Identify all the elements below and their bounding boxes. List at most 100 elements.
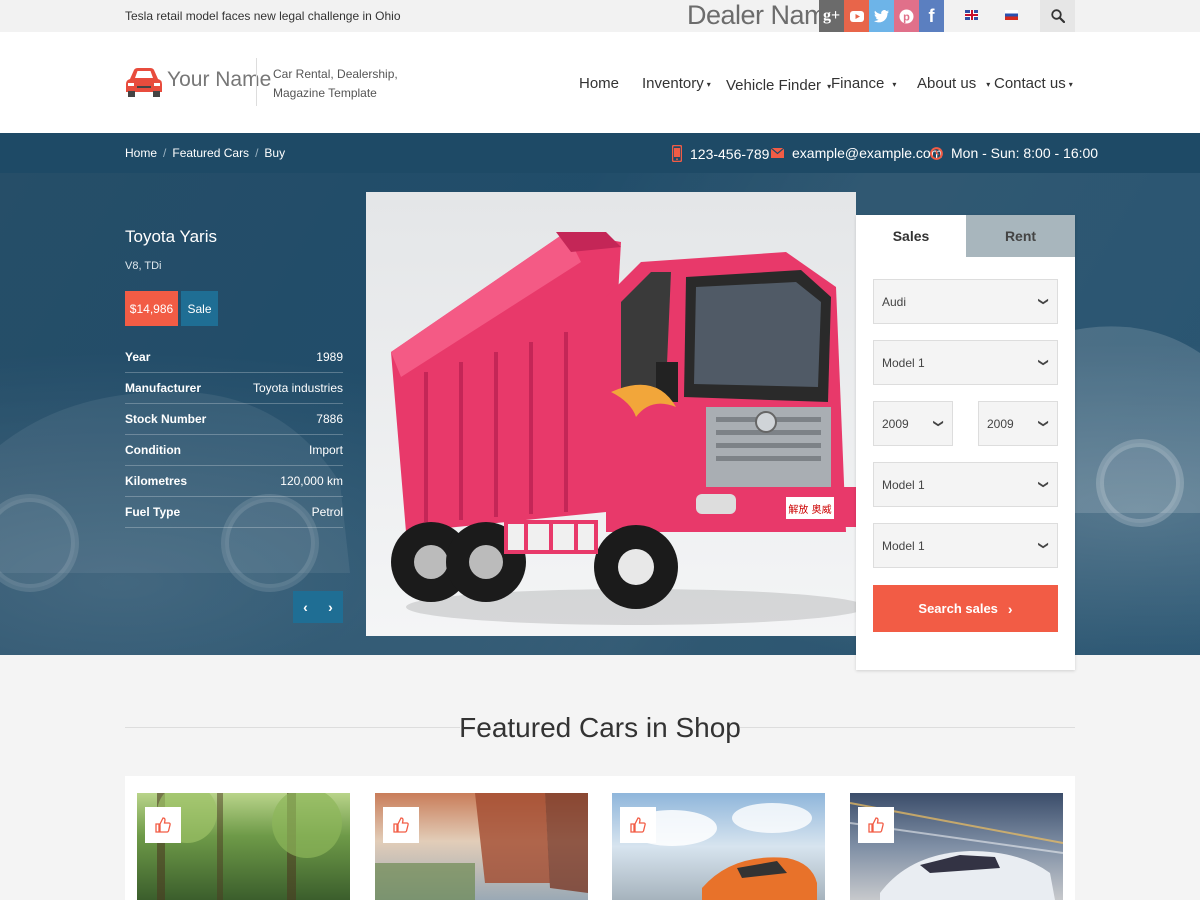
spec-value: Petrol (311, 505, 343, 519)
hours-text: Mon - Sun: 8:00 - 16:00 (951, 145, 1099, 161)
chevron-down-icon: ❯ (1037, 297, 1049, 306)
featured-card-2[interactable] (375, 793, 588, 900)
chevron-down-icon: ▾ (892, 79, 897, 89)
year-to-value: 2009 (987, 416, 1014, 431)
year-to-select[interactable]: 2009 ❯ (978, 401, 1058, 446)
model-select-2-value: Model 1 (882, 477, 925, 492)
sale-badge: Sale (181, 291, 218, 326)
nav-vehicle-finder-label: Vehicle Finder (726, 77, 822, 94)
spec-key: Manufacturer (125, 381, 202, 395)
tab-sales[interactable]: Sales (856, 215, 966, 257)
spec-value: Import (308, 443, 343, 457)
spec-key: Condition (125, 443, 181, 457)
spec-row: Condition Import (125, 435, 343, 466)
info-strip: Home / Featured Cars / Buy 123-456-789 examp… (0, 133, 1200, 173)
featured-card-4[interactable] (850, 793, 1063, 900)
model-select-3[interactable]: Model 1 ❯ (873, 523, 1058, 568)
breadcrumb-separator: / (255, 146, 259, 160)
slider-arrows: ‹ › (293, 591, 343, 623)
car-title: Toyota Yaris (125, 227, 217, 246)
dump-truck-image: 解放 奥威 (391, 232, 866, 625)
car-logo-icon[interactable] (125, 66, 163, 98)
spec-key: Stock Number (125, 412, 207, 426)
spec-list: Year 1989 Manufacturer Toyota industries S… (125, 342, 343, 528)
make-select-value: Audi (882, 294, 907, 309)
breadcrumb-separator: / (163, 146, 167, 160)
tagline: Car Rental, Dealership, Magazine Templat… (273, 65, 398, 103)
nav-finance-label: Finance (831, 75, 885, 92)
chevron-right-icon: › (1007, 600, 1013, 617)
spec-value: Toyota industries (252, 381, 343, 395)
nav-finance[interactable]: Finance ▾ (831, 75, 896, 92)
tab-rent[interactable]: Rent (966, 215, 1075, 257)
make-select[interactable]: Audi ❯ (873, 279, 1058, 324)
spec-row: Year 1989 (125, 342, 343, 373)
thumbs-up-icon[interactable] (383, 807, 419, 843)
spec-row: Manufacturer Toyota industries (125, 373, 343, 404)
envelope-icon (771, 148, 784, 158)
twitter-icon[interactable] (869, 0, 894, 32)
nav-inventory[interactable]: Inventory ▾ (642, 75, 711, 92)
opening-hours: Mon - Sun: 8:00 - 16:00 (930, 145, 1098, 161)
nav-contact-label: Contact us (994, 75, 1066, 92)
clock-icon (930, 146, 943, 160)
spec-key: Kilometres (125, 474, 188, 488)
google-plus-icon[interactable]: g+ (819, 0, 844, 32)
featured-card-1[interactable] (137, 793, 350, 900)
nav-inventory-label: Inventory (642, 75, 704, 92)
russian-flag-icon[interactable] (1005, 10, 1018, 20)
search-icon[interactable] (1040, 0, 1075, 32)
model-select[interactable]: Model 1 ❯ (873, 340, 1058, 385)
search-sales-label: Search sales (918, 601, 998, 616)
facebook-icon[interactable]: f (919, 0, 944, 32)
email-contact[interactable]: example@example.com (771, 145, 942, 161)
thumbs-up-icon[interactable] (858, 807, 894, 843)
background-car-image (1060, 326, 1200, 527)
chevron-down-icon: ❯ (1037, 480, 1049, 489)
phone-icon (672, 145, 682, 162)
chevron-down-icon: ❯ (1037, 419, 1049, 428)
search-sales-button[interactable]: Search sales › (873, 585, 1058, 632)
thumbs-up-icon[interactable] (620, 807, 656, 843)
featured-title: Featured Cars in Shop (459, 712, 741, 743)
spec-row: Stock Number 7886 (125, 404, 343, 435)
spec-key: Year (125, 350, 151, 364)
email-address: example@example.com (792, 145, 943, 161)
chevron-down-icon: ❯ (1037, 541, 1049, 550)
nav-contact[interactable]: Contact us ▾ (994, 75, 1073, 92)
nav-about[interactable]: About us ▾ (917, 75, 990, 92)
model-select-2[interactable]: Model 1 ❯ (873, 462, 1058, 507)
spec-value: 120,000 km (280, 474, 343, 488)
dealer-name: Dealer Name (687, 0, 841, 30)
tagline-line-1: Car Rental, Dealership, (273, 67, 398, 81)
spec-key: Fuel Type (125, 505, 181, 519)
chevron-left-icon[interactable]: ‹ (303, 599, 308, 615)
chevron-right-icon[interactable]: › (328, 599, 333, 615)
year-from-select[interactable]: 2009 ❯ (873, 401, 953, 446)
news-ticker[interactable]: Tesla retail model faces new legal chall… (125, 9, 401, 23)
nav-home[interactable]: Home (579, 75, 619, 92)
search-panel: Sales Rent Audi ❯ Model 1 ❯ 2009 ❯ 2009 ❯ Mo… (856, 215, 1075, 670)
thumbs-up-icon[interactable] (145, 807, 181, 843)
top-bar: Tesla retail model faces new legal chall… (0, 0, 1200, 32)
phone-number: 123-456-789 (690, 145, 770, 162)
chevron-down-icon: ❯ (932, 419, 944, 428)
featured-cards (125, 776, 1075, 900)
english-flag-icon[interactable] (965, 10, 978, 20)
nav-vehicle-finder[interactable]: Vehicle Finder ▾ (726, 77, 831, 94)
breadcrumb-home[interactable]: Home (125, 146, 157, 160)
youtube-icon[interactable] (844, 0, 869, 32)
logo-divider (256, 58, 257, 106)
spec-row: Kilometres 120,000 km (125, 466, 343, 497)
model-select-value: Model 1 (882, 355, 925, 370)
phone-contact[interactable]: 123-456-789 (672, 145, 769, 162)
chevron-down-icon: ▾ (986, 79, 991, 89)
price-tag: $14,986 (125, 291, 178, 326)
featured-card-3[interactable] (612, 793, 825, 900)
chevron-down-icon: ▾ (1068, 79, 1073, 89)
vehicle-image[interactable]: 解放 奥威 (366, 192, 866, 636)
breadcrumb-featured[interactable]: Featured Cars (172, 146, 249, 160)
site-header: Your Name Car Rental, Dealership, Magazi… (0, 32, 1200, 133)
tagline-line-2: Magazine Template (273, 86, 377, 100)
pinterest-icon[interactable]: p (894, 0, 919, 32)
